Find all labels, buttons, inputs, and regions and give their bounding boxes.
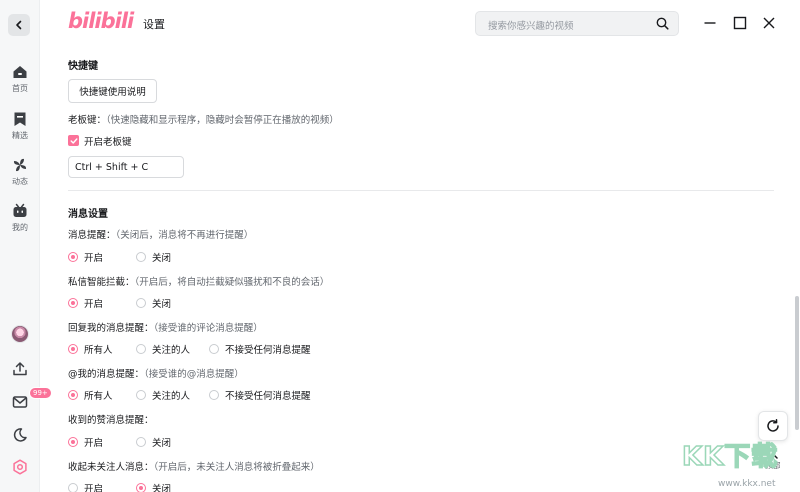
sidebar-item-label: 我的: [12, 223, 28, 232]
setting-label-message-reminder: 消息提醒：（关闭后，消息将不再进行提醒）: [68, 227, 253, 241]
radio-reply-none[interactable]: 不接受任何消息提醒: [209, 342, 311, 356]
scrollbar-thumb[interactable]: [795, 296, 799, 430]
setting-label-reply-reminder: 回复我的消息提醒：（接受谁的评论消息提醒）: [68, 320, 263, 334]
sidebar-item-mine[interactable]: 我的: [0, 203, 40, 233]
settings-button[interactable]: [0, 459, 40, 475]
setting-label-dm-intercept: 私信智能拦截：（开启后，将自动拦截疑似骚扰和不良的会话）: [68, 274, 329, 288]
radio-label: 开启: [84, 484, 104, 492]
setting-hint: （关闭后，消息将不再进行提醒）: [115, 230, 254, 241]
tv-icon: [13, 203, 27, 217]
setting-hint: （接受谁的@消息提醒）: [144, 369, 244, 380]
radio-mention-none[interactable]: 不接受任何消息提醒: [209, 388, 311, 402]
setting-label: @我的消息提醒：: [68, 369, 145, 380]
radio-fold-unfollowed-off[interactable]: 关闭: [136, 481, 171, 492]
sidebar-item-label: 首页: [12, 84, 28, 93]
back-button[interactable]: [8, 14, 30, 36]
radio-like-reminder-on[interactable]: 开启: [68, 435, 103, 449]
home-icon: [13, 66, 27, 78]
minimize-icon[interactable]: [703, 16, 717, 30]
radio-label: 关闭: [152, 484, 172, 492]
chevron-left-icon: [16, 20, 22, 30]
upload-icon: [13, 362, 27, 376]
boss-key-hotkey-input[interactable]: Ctrl + Shift + C: [68, 156, 184, 178]
setting-label: 私信智能拦截：: [68, 277, 135, 288]
page-title: 设置: [143, 18, 165, 31]
section-divider: [68, 190, 774, 191]
gear-icon: [13, 459, 27, 475]
radio-label: 关注的人: [152, 391, 191, 402]
sidebar-item-dynamic[interactable]: 动态: [0, 157, 40, 187]
moon-icon: [13, 428, 27, 442]
bookmark-icon: [14, 112, 26, 126]
setting-hint: （开启后，未关注人消息将被折叠起来）: [153, 462, 320, 473]
radio-dm-intercept-on[interactable]: 开启: [68, 296, 103, 310]
radio-dm-intercept-off[interactable]: 关闭: [136, 296, 171, 310]
setting-label-like-reminder: 收到的赞消息提醒：: [68, 412, 154, 426]
maximize-icon[interactable]: [733, 16, 747, 30]
radio-label: 不接受任何消息提醒: [225, 391, 311, 402]
bilibili-logo: bilibili: [68, 9, 134, 33]
radio-label: 不接受任何消息提醒: [225, 345, 311, 356]
radio-label: 开启: [84, 299, 104, 310]
radio-label: 开启: [84, 253, 104, 264]
radio-label: 所有人: [84, 345, 113, 356]
sidebar-item-label: 动态: [12, 177, 28, 186]
setting-label-fold-unfollowed: 收起未关注人消息：（开启后，未关注人消息将被折叠起来）: [68, 459, 320, 473]
boss-key-label: 老板键：: [68, 115, 107, 126]
checkmark-icon: [70, 137, 77, 144]
setting-label: 回复我的消息提醒：: [68, 323, 154, 334]
setting-label: 收起未关注人消息：: [68, 462, 154, 473]
pinwheel-icon: [13, 158, 27, 172]
boss-key-row: 老板键：（快速隐藏和显示程序，隐藏时会暂停正在播放的视频）: [68, 112, 339, 126]
radio-label: 关注的人: [152, 345, 191, 356]
message-count-badge: 99+: [29, 387, 52, 399]
mail-icon: [12, 396, 28, 408]
user-avatar[interactable]: [0, 325, 40, 343]
shortcuts-heading: 快捷键: [68, 61, 98, 72]
boss-key-hint: （快速隐藏和显示程序，隐藏时会暂停正在播放的视频）: [106, 115, 339, 126]
avatar: [11, 325, 29, 343]
back-to-top-button[interactable]: 顶部: [758, 446, 788, 476]
boss-key-checkbox-label[interactable]: 开启老板键: [84, 134, 132, 148]
refresh-icon: [767, 419, 779, 432]
messages-button[interactable]: 99+: [0, 387, 52, 413]
setting-label-mention-reminder: @我的消息提醒：（接受谁的@消息提醒）: [68, 366, 244, 380]
radio-label: 关闭: [152, 299, 172, 310]
radio-mention-following[interactable]: 关注的人: [136, 388, 190, 402]
radio-like-reminder-off[interactable]: 关闭: [136, 435, 171, 449]
shortcut-help-button[interactable]: 快捷键使用说明: [68, 79, 157, 103]
radio-label: 开启: [84, 438, 104, 449]
sidebar-item-featured[interactable]: 精选: [0, 111, 40, 141]
search-input[interactable]: 搜索你感兴趣的视频: [475, 11, 679, 36]
close-icon[interactable]: [762, 16, 776, 30]
messages-heading: 消息设置: [68, 209, 108, 220]
radio-message-reminder-off[interactable]: 关闭: [136, 250, 171, 264]
setting-label: 消息提醒：: [68, 230, 116, 241]
refresh-button[interactable]: [758, 411, 788, 441]
search-icon[interactable]: [656, 17, 669, 30]
radio-label: 所有人: [84, 391, 113, 402]
boss-key-checkbox[interactable]: [68, 135, 79, 146]
back-to-top-label: 顶部: [765, 460, 781, 470]
top-bar: bilibili 设置 搜索你感兴趣的视频: [40, 0, 800, 48]
radio-reply-following[interactable]: 关注的人: [136, 342, 190, 356]
sidebar-item-label: 精选: [12, 131, 28, 140]
radio-fold-unfollowed-on[interactable]: 开启: [68, 481, 103, 492]
setting-hint: （接受谁的评论消息提醒）: [153, 323, 263, 334]
arrow-up-icon: [768, 452, 778, 459]
upload-button[interactable]: [0, 361, 40, 377]
radio-label: 关闭: [152, 253, 172, 264]
radio-message-reminder-on[interactable]: 开启: [68, 250, 103, 264]
setting-label: 收到的赞消息提醒：: [68, 415, 154, 426]
theme-toggle-button[interactable]: [0, 427, 40, 443]
radio-label: 关闭: [152, 438, 172, 449]
sidebar-item-home[interactable]: 首页: [0, 64, 40, 94]
search-placeholder: 搜索你感兴趣的视频: [488, 21, 574, 32]
radio-mention-everyone[interactable]: 所有人: [68, 388, 113, 402]
radio-reply-everyone[interactable]: 所有人: [68, 342, 113, 356]
sidebar: 首页 精选 动态 我的 99+: [0, 0, 52, 492]
watermark-url: www.kkx.net: [718, 479, 776, 489]
setting-hint: （开启后，将自动拦截疑似骚扰和不良的会话）: [134, 277, 330, 288]
